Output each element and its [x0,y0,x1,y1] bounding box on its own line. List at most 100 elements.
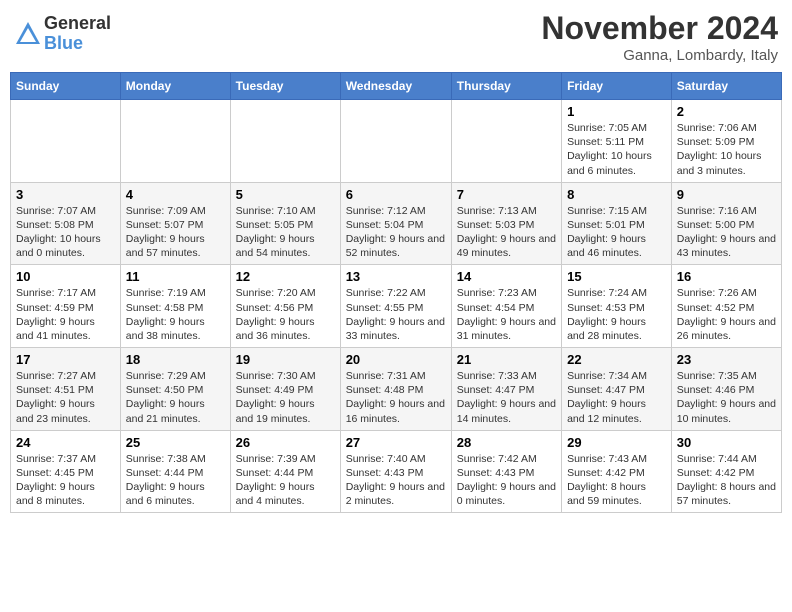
day-info: Sunrise: 7:09 AM Sunset: 5:07 PM Dayligh… [126,204,225,261]
day-number: 10 [16,269,115,284]
calendar-cell: 23Sunrise: 7:35 AM Sunset: 4:46 PM Dayli… [671,348,781,431]
weekday-header: Saturday [671,73,781,100]
day-info: Sunrise: 7:31 AM Sunset: 4:48 PM Dayligh… [346,369,446,426]
day-info: Sunrise: 7:17 AM Sunset: 4:59 PM Dayligh… [16,286,115,343]
day-number: 18 [126,352,225,367]
calendar-cell: 22 Sunrise: 7:34 AM Sunset: 4:47 PM Dayli… [562,348,672,431]
day-number: 8 [567,187,666,202]
day-info: Sunrise: 7:13 AM Sunset: 5:03 PM Dayligh… [457,204,556,261]
day-number: 22 [567,352,666,367]
logo-blue-text: Blue [44,34,111,54]
calendar-table: SundayMondayTuesdayWednesdayThursdayFrid… [10,72,782,513]
calendar-cell: 18 Sunrise: 7:29 AM Sunset: 4:50 PM Dayli… [120,348,230,431]
day-number: 4 [126,187,225,202]
logo: General Blue [14,14,111,54]
calendar-cell: 25 Sunrise: 7:38 AM Sunset: 4:44 PM Dayli… [120,430,230,513]
calendar-cell: 9Sunrise: 7:16 AM Sunset: 5:00 PM Daylig… [671,182,781,265]
day-info: Sunrise: 7:34 AM Sunset: 4:47 PM Dayligh… [567,369,666,426]
calendar-week-row: 24Sunrise: 7:37 AM Sunset: 4:45 PM Dayli… [11,430,782,513]
weekday-header: Monday [120,73,230,100]
logo-icon [14,20,42,48]
calendar-cell [451,100,561,183]
day-number: 6 [346,187,446,202]
calendar-cell [230,100,340,183]
calendar-cell: 29Sunrise: 7:43 AM Sunset: 4:42 PM Dayli… [562,430,672,513]
day-number: 1 [567,104,666,119]
day-number: 5 [236,187,335,202]
location-text: Ganna, Lombardy, Italy [541,47,778,64]
day-info: Sunrise: 7:27 AM Sunset: 4:51 PM Dayligh… [16,369,115,426]
weekday-header: Wednesday [340,73,451,100]
title-block: November 2024 Ganna, Lombardy, Italy [541,10,778,64]
calendar-cell: 14 Sunrise: 7:23 AM Sunset: 4:54 PM Dayli… [451,265,561,348]
calendar-cell: 26 Sunrise: 7:39 AM Sunset: 4:44 PM Dayli… [230,430,340,513]
calendar-week-row: 1 Sunrise: 7:05 AM Sunset: 5:11 PM Daylig… [11,100,782,183]
day-number: 30 [677,435,776,450]
calendar-cell: 17Sunrise: 7:27 AM Sunset: 4:51 PM Dayli… [11,348,121,431]
day-number: 19 [236,352,335,367]
day-number: 25 [126,435,225,450]
day-info: Sunrise: 7:06 AM Sunset: 5:09 PM Dayligh… [677,121,776,178]
day-number: 11 [126,269,225,284]
day-info: Sunrise: 7:23 AM Sunset: 4:54 PM Dayligh… [457,286,556,343]
calendar-cell: 21 Sunrise: 7:33 AM Sunset: 4:47 PM Dayli… [451,348,561,431]
calendar-cell: 4 Sunrise: 7:09 AM Sunset: 5:07 PM Daylig… [120,182,230,265]
calendar-cell: 10 Sunrise: 7:17 AM Sunset: 4:59 PM Dayli… [11,265,121,348]
day-info: Sunrise: 7:42 AM Sunset: 4:43 PM Dayligh… [457,452,556,509]
weekday-header: Friday [562,73,672,100]
calendar-week-row: 17Sunrise: 7:27 AM Sunset: 4:51 PM Dayli… [11,348,782,431]
day-number: 16 [677,269,776,284]
day-number: 15 [567,269,666,284]
day-number: 7 [457,187,556,202]
calendar-week-row: 3 Sunrise: 7:07 AM Sunset: 5:08 PM Daylig… [11,182,782,265]
day-number: 9 [677,187,776,202]
calendar-cell [120,100,230,183]
day-info: Sunrise: 7:19 AM Sunset: 4:58 PM Dayligh… [126,286,225,343]
calendar-cell: 5 Sunrise: 7:10 AM Sunset: 5:05 PM Daylig… [230,182,340,265]
day-number: 23 [677,352,776,367]
day-number: 27 [346,435,446,450]
day-number: 28 [457,435,556,450]
day-info: Sunrise: 7:39 AM Sunset: 4:44 PM Dayligh… [236,452,335,509]
page-header: General Blue November 2024 Ganna, Lombar… [10,10,782,64]
day-info: Sunrise: 7:40 AM Sunset: 4:43 PM Dayligh… [346,452,446,509]
calendar-cell: 13 Sunrise: 7:22 AM Sunset: 4:55 PM Dayli… [340,265,451,348]
calendar-cell: 6 Sunrise: 7:12 AM Sunset: 5:04 PM Daylig… [340,182,451,265]
day-info: Sunrise: 7:24 AM Sunset: 4:53 PM Dayligh… [567,286,666,343]
calendar-cell: 20 Sunrise: 7:31 AM Sunset: 4:48 PM Dayli… [340,348,451,431]
day-info: Sunrise: 7:37 AM Sunset: 4:45 PM Dayligh… [16,452,115,509]
calendar-cell: 12Sunrise: 7:20 AM Sunset: 4:56 PM Dayli… [230,265,340,348]
day-info: Sunrise: 7:12 AM Sunset: 5:04 PM Dayligh… [346,204,446,261]
day-info: Sunrise: 7:38 AM Sunset: 4:44 PM Dayligh… [126,452,225,509]
calendar-cell: 2Sunrise: 7:06 AM Sunset: 5:09 PM Daylig… [671,100,781,183]
logo-text: General Blue [44,14,111,54]
day-number: 3 [16,187,115,202]
day-info: Sunrise: 7:30 AM Sunset: 4:49 PM Dayligh… [236,369,335,426]
calendar-cell: 24Sunrise: 7:37 AM Sunset: 4:45 PM Dayli… [11,430,121,513]
calendar-cell: 8 Sunrise: 7:15 AM Sunset: 5:01 PM Daylig… [562,182,672,265]
day-number: 20 [346,352,446,367]
day-info: Sunrise: 7:33 AM Sunset: 4:47 PM Dayligh… [457,369,556,426]
day-number: 14 [457,269,556,284]
day-info: Sunrise: 7:29 AM Sunset: 4:50 PM Dayligh… [126,369,225,426]
day-info: Sunrise: 7:20 AM Sunset: 4:56 PM Dayligh… [236,286,335,343]
calendar-cell: 1 Sunrise: 7:05 AM Sunset: 5:11 PM Daylig… [562,100,672,183]
day-info: Sunrise: 7:15 AM Sunset: 5:01 PM Dayligh… [567,204,666,261]
weekday-header: Thursday [451,73,561,100]
day-number: 26 [236,435,335,450]
day-info: Sunrise: 7:22 AM Sunset: 4:55 PM Dayligh… [346,286,446,343]
calendar-cell: 19 Sunrise: 7:30 AM Sunset: 4:49 PM Dayli… [230,348,340,431]
day-info: Sunrise: 7:07 AM Sunset: 5:08 PM Dayligh… [16,204,115,261]
calendar-cell: 30 Sunrise: 7:44 AM Sunset: 4:42 PM Dayli… [671,430,781,513]
day-info: Sunrise: 7:05 AM Sunset: 5:11 PM Dayligh… [567,121,666,178]
day-number: 21 [457,352,556,367]
calendar-cell: 16Sunrise: 7:26 AM Sunset: 4:52 PM Dayli… [671,265,781,348]
day-info: Sunrise: 7:10 AM Sunset: 5:05 PM Dayligh… [236,204,335,261]
calendar-cell: 7 Sunrise: 7:13 AM Sunset: 5:03 PM Daylig… [451,182,561,265]
day-info: Sunrise: 7:44 AM Sunset: 4:42 PM Dayligh… [677,452,776,509]
month-title: November 2024 [541,10,778,47]
calendar-week-row: 10 Sunrise: 7:17 AM Sunset: 4:59 PM Dayli… [11,265,782,348]
calendar-cell: 28 Sunrise: 7:42 AM Sunset: 4:43 PM Dayli… [451,430,561,513]
weekday-header: Sunday [11,73,121,100]
day-number: 13 [346,269,446,284]
